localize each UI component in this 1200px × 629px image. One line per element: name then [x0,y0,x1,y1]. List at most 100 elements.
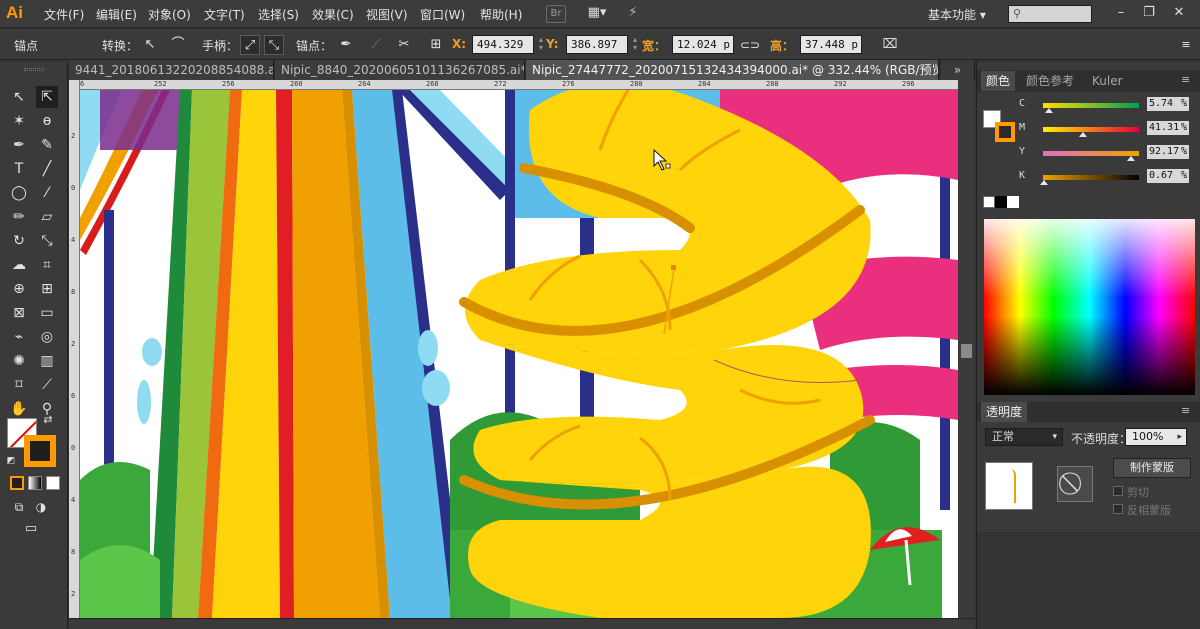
column-graph-tool-icon[interactable]: ▥ [36,350,58,372]
menu-view[interactable]: 视图(V) [366,6,408,23]
show-handles-icon[interactable]: ⤢ [240,35,260,55]
vertical-ruler[interactable]: 2 0 4 8 2 6 0 4 8 2 [69,80,80,618]
slider-thumb[interactable] [1045,108,1053,113]
magic-wand-tool-icon[interactable]: ✶ [8,110,30,132]
none-mode-icon[interactable] [46,476,60,490]
workspace-switcher[interactable]: 基本功能 ▾ [928,6,986,23]
none-swatch[interactable] [983,196,995,208]
blend-mode-select[interactable]: 正常 ▾ [985,428,1063,446]
document-tab[interactable]: Nipic_8840_20200605101136267085.ai*× [275,60,525,80]
lasso-tool-icon[interactable]: ɵ [36,110,58,132]
menu-select[interactable]: 选择(S) [258,6,299,23]
bridge-icon[interactable]: Br [546,5,566,23]
no-mask-icon[interactable]: ⃠ [1057,466,1093,502]
direct-selection-tool-icon[interactable]: ⇱ [36,86,58,108]
menu-window[interactable]: 窗口(W) [420,6,465,23]
minimize-icon[interactable]: – [1110,3,1132,23]
white-swatch[interactable] [1007,196,1019,208]
constrain-proportions-icon[interactable]: ⊂⊃ [740,35,760,55]
shape-builder-tool-icon[interactable]: ⊕ [8,278,30,300]
color-spectrum[interactable] [984,219,1195,395]
panel-menu-icon[interactable]: ≡ [1181,73,1190,86]
make-mask-button[interactable]: 制作蒙版 [1113,458,1191,478]
restore-icon[interactable]: ❐ [1138,3,1160,23]
tab-transparency[interactable]: 透明度 [981,402,1028,422]
black-swatch[interactable] [995,196,1007,208]
type-tool-icon[interactable]: T [8,158,30,180]
arrange-documents-icon[interactable]: ▦▾ [582,5,612,23]
perspective-grid-tool-icon[interactable]: ⊞ [36,278,58,300]
hand-tool-icon[interactable]: ✋ [8,398,30,420]
pen-tool-icon[interactable]: ✒ [8,134,30,156]
fill-stroke-indicator[interactable] [983,96,1015,142]
symbol-sprayer-tool-icon[interactable]: ✺ [8,350,30,372]
convert-to-corner-icon[interactable]: ↖ [140,35,160,55]
eyedropper-tool-icon[interactable]: ⌁ [8,326,30,348]
menu-file[interactable]: 文件(F) [44,6,84,23]
tab-color-guide[interactable]: 颜色参考 [1021,71,1079,91]
gradient-mode-icon[interactable] [28,476,42,490]
line-tool-icon[interactable]: ╱ [36,158,58,180]
stroke-swatch[interactable] [24,435,56,467]
mesh-tool-icon[interactable]: ⊠ [8,302,30,324]
selection-tool-icon[interactable]: ↖ [8,86,30,108]
paintbrush-tool-icon[interactable]: ⁄ [36,182,58,204]
gradient-tool-icon[interactable]: ▭ [36,302,58,324]
x-stepper-icon[interactable]: ▴ ▾ [536,36,546,53]
color-mode-icon[interactable] [10,476,24,490]
convert-to-smooth-icon[interactable]: ⌒ [168,35,188,55]
artwork-illustration[interactable] [80,90,958,618]
y-stepper-icon[interactable]: ▴ ▾ [630,36,640,53]
artboard-tool-icon[interactable]: ⌑ [8,374,30,396]
document-tab-active[interactable]: Nipic_27447772_20200715132434394000.ai* … [526,60,939,80]
draw-behind-icon[interactable]: ◑ [30,496,52,518]
scrollbar-thumb[interactable] [961,344,972,358]
select-similar-icon[interactable]: ⊞ [426,35,446,55]
menu-object[interactable]: 对象(O) [148,6,191,23]
menu-effect[interactable]: 效果(C) [312,6,354,23]
screen-mode-icon[interactable]: ▭ [20,518,42,540]
draw-mode-icon[interactable]: ⧉ [8,496,30,518]
gpu-performance-icon[interactable]: ⚡ [622,5,644,23]
close-icon[interactable]: ✕ [1168,3,1190,23]
help-search-input[interactable]: ⚲ [1008,5,1092,23]
curvature-tool-icon[interactable]: ✎ [36,134,58,156]
vertical-scrollbar[interactable] [958,80,975,618]
tab-color[interactable]: 颜色 [981,71,1016,91]
hide-handles-icon[interactable]: ⤡ [264,35,284,55]
invert-mask-checkbox[interactable] [1113,504,1123,514]
pencil-tool-icon[interactable]: ✏ [8,206,30,228]
slider-track[interactable] [1043,103,1139,108]
rotate-tool-icon[interactable]: ↻ [8,230,30,252]
menu-help[interactable]: 帮助(H) [480,6,522,23]
scale-tool-icon[interactable]: ⤡ [36,230,58,252]
panel-menu-icon[interactable]: ≡ [1181,404,1190,417]
slider-value-field[interactable]: 5.74% [1147,97,1189,111]
connect-endpoints-icon[interactable]: ⟋ [366,35,386,55]
clip-checkbox[interactable] [1113,486,1123,496]
horizontal-ruler[interactable]: 6 252 256 260 264 268 272 276 280 284 28… [80,80,958,90]
opacity-field[interactable]: 100% ▸ [1125,428,1187,446]
width-field[interactable]: 12.024 p [672,35,734,54]
x-field[interactable]: 494.329 p [472,35,534,68]
slider-thumb[interactable] [1079,132,1087,137]
tab-overflow-icon[interactable]: » [941,60,975,80]
height-field[interactable]: 37.448 p [800,35,862,54]
blend-tool-icon[interactable]: ◎ [36,326,58,348]
y-field[interactable]: 386.897 p [566,35,628,68]
slice-tool-icon[interactable]: ⟋ [36,374,58,396]
menu-edit[interactable]: 编辑(E) [96,6,137,23]
slider-track[interactable] [1043,175,1139,180]
warp-tool-icon[interactable]: ☁ [8,254,30,276]
panel-grip[interactable] [24,68,44,71]
slider-track[interactable] [1043,151,1139,156]
document-tab[interactable]: 9441_20180613220208854088.ai*× [69,60,274,80]
swap-fill-stroke-icon[interactable]: ⇄ [40,412,56,428]
default-colors-icon[interactable]: ◩ [4,454,18,468]
transform-icon[interactable]: ⌧ [880,35,900,55]
slider-value-field[interactable]: 92.17% [1147,145,1189,159]
slider-thumb[interactable] [1040,180,1048,185]
panel-menu-icon[interactable]: ≡ [1176,35,1196,55]
free-transform-tool-icon[interactable]: ⌗ [36,254,58,276]
slider-value-field[interactable]: 0.67% [1147,169,1189,183]
